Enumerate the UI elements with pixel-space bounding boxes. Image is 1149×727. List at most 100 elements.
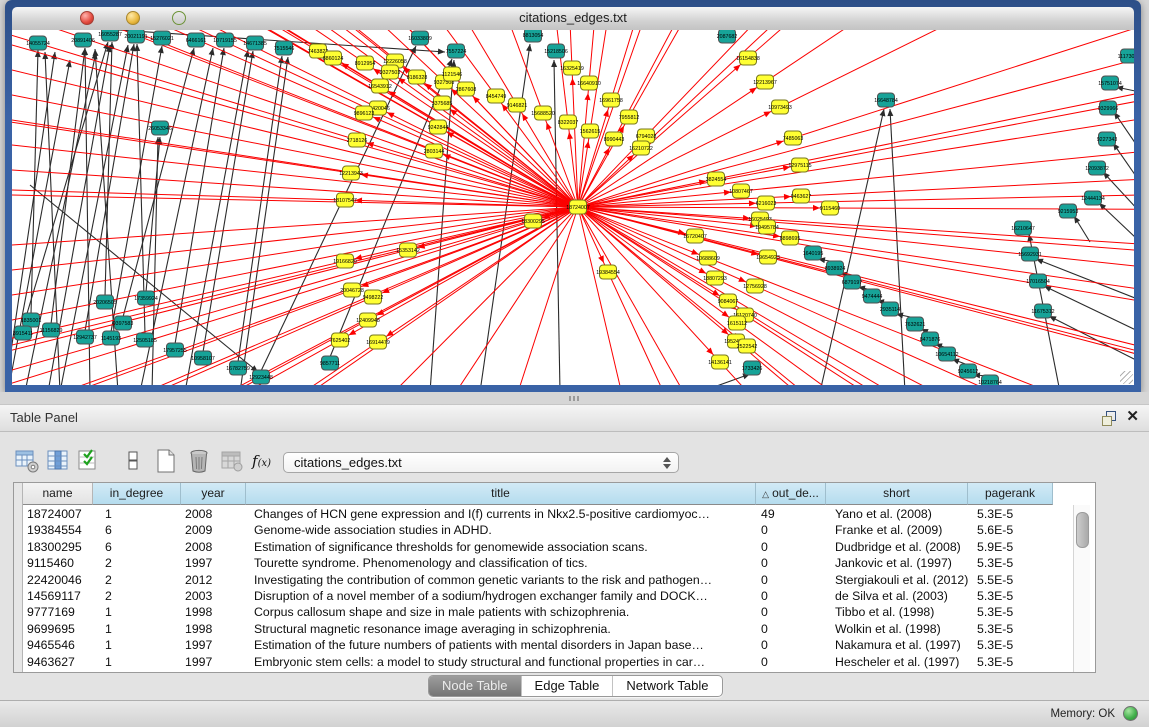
table-cell[interactable]: 5.6E-5 — [968, 522, 1053, 538]
table-cell[interactable]: 1998 — [181, 604, 246, 620]
table-cell[interactable]: Corpus callosum shape and size in male p… — [246, 604, 756, 620]
table-cell[interactable]: 2009 — [181, 522, 246, 538]
table-cell[interactable]: 1997 — [181, 654, 246, 670]
table-cell[interactable]: 2003 — [181, 588, 246, 604]
table-cell[interactable]: Wolkin et al. (1998) — [826, 621, 968, 637]
create-column-icon[interactable] — [153, 448, 179, 474]
table-scrollbar[interactable] — [1073, 505, 1090, 672]
table-cell[interactable]: 1997 — [181, 555, 246, 571]
table-cell[interactable]: 1998 — [181, 621, 246, 637]
table-cell[interactable]: 0 — [756, 637, 826, 653]
network-window-titlebar[interactable]: citations_edges.txt — [12, 7, 1134, 31]
table-row[interactable]: 1938455462009Genome-wide association stu… — [23, 522, 1053, 538]
header-cell[interactable]: year — [181, 483, 246, 505]
table-cell[interactable]: Hescheler et al. (1997) — [826, 654, 968, 670]
table-cell[interactable]: 1 — [93, 506, 181, 522]
table-row[interactable]: 946554611997Estimation of the future num… — [23, 637, 1053, 653]
table-cell[interactable]: 1 — [93, 621, 181, 637]
header-cell[interactable]: title — [246, 483, 756, 505]
table-cell[interactable]: 1 — [93, 637, 181, 653]
table-cell[interactable]: 5.3E-5 — [968, 604, 1053, 620]
table-cell[interactable]: 5.3E-5 — [968, 588, 1053, 604]
delete-column-icon[interactable] — [186, 448, 212, 474]
network-canvas[interactable]: 1872400774638228860124891295412226058932… — [12, 30, 1134, 385]
table-cell[interactable]: 1 — [93, 654, 181, 670]
table-cell[interactable]: 6 — [93, 522, 181, 538]
table-cell[interactable]: 9115460 — [23, 555, 93, 571]
table-cell[interactable]: 0 — [756, 555, 826, 571]
table-cell[interactable]: 0 — [756, 572, 826, 588]
table-cell[interactable]: 9463627 — [23, 654, 93, 670]
table-cell[interactable]: 0 — [756, 604, 826, 620]
table-cell[interactable]: 9699695 — [23, 621, 93, 637]
network-graph[interactable]: 1872400774638228860124891295412226058932… — [12, 30, 1134, 385]
table-row[interactable]: 2242004622012Investigating the contribut… — [23, 572, 1053, 588]
table-row[interactable]: 977716911998Corpus callosum shape and si… — [23, 604, 1053, 620]
table-cell[interactable]: 49 — [756, 506, 826, 522]
table-cell[interactable]: 5.3E-5 — [968, 621, 1053, 637]
header-cell[interactable]: △out_de... — [756, 483, 826, 505]
table-cell[interactable]: Changes of HCN gene expression and I(f) … — [246, 506, 756, 522]
table-cell[interactable]: 9777169 — [23, 604, 93, 620]
panel-divider[interactable] — [0, 392, 1149, 404]
table-cell[interactable]: 14569117 — [23, 588, 93, 604]
table-row[interactable]: 1872400712008Changes of HCN gene express… — [23, 506, 1053, 522]
table-cell[interactable]: 6 — [93, 539, 181, 555]
table-row[interactable]: 911546021997Tourette syndrome. Phenomeno… — [23, 555, 1053, 571]
tab-network-table[interactable]: Network Table — [612, 676, 721, 696]
table-cell[interactable]: 2 — [93, 555, 181, 571]
table-cell[interactable]: 2008 — [181, 506, 246, 522]
table-cell[interactable]: 2012 — [181, 572, 246, 588]
table-cell[interactable]: Jankovic et al. (1997) — [826, 555, 968, 571]
table-cell[interactable]: 18724007 — [23, 506, 93, 522]
canvas-resize-grip[interactable] — [1120, 371, 1133, 384]
table-cell[interactable]: 5.5E-5 — [968, 572, 1053, 588]
header-cell[interactable]: in_degree — [93, 483, 181, 505]
table-cell[interactable]: 5.3E-5 — [968, 555, 1053, 571]
table-cell[interactable]: Tourette syndrome. Phenomenology and cla… — [246, 555, 756, 571]
table-cell[interactable]: 2 — [93, 588, 181, 604]
header-cell[interactable]: pagerank — [968, 483, 1053, 505]
function-builder-icon[interactable]: f(x) — [252, 452, 271, 470]
table-cell[interactable]: Franke et al. (2009) — [826, 522, 968, 538]
divider-grip-icon[interactable] — [569, 396, 581, 401]
table-cell[interactable]: Estimation of significance thresholds fo… — [246, 539, 756, 555]
network-window[interactable]: citations_edges.txt 18724007746382288601… — [5, 0, 1141, 392]
table-cell[interactable]: 19384554 — [23, 522, 93, 538]
table-cell[interactable]: Tibbo et al. (1998) — [826, 604, 968, 620]
table-cell[interactable]: 5.9E-5 — [968, 539, 1053, 555]
tab-node-table[interactable]: Node Table — [429, 676, 521, 696]
table-cell[interactable]: Stergiakouli et al. (2012) — [826, 572, 968, 588]
table-cell[interactable]: 0 — [756, 621, 826, 637]
table-scrollbar-thumb[interactable] — [1076, 512, 1089, 548]
table-cell[interactable]: 0 — [756, 522, 826, 538]
table-cell[interactable]: Nakamura et al. (1997) — [826, 637, 968, 653]
tab-edge-table[interactable]: Edge Table — [521, 676, 613, 696]
close-panel-icon[interactable]: ✕ — [1126, 408, 1139, 426]
clear-selection-icon[interactable] — [120, 448, 146, 474]
table-cell[interactable]: 0 — [756, 588, 826, 604]
table-cell[interactable]: 1997 — [181, 637, 246, 653]
table-cell[interactable]: 5.3E-5 — [968, 506, 1053, 522]
delete-table-icon[interactable] — [219, 448, 245, 474]
table-cell[interactable]: Yano et al. (2008) — [826, 506, 968, 522]
table-select[interactable]: citations_edges.txt — [283, 452, 679, 473]
table-cell[interactable]: Estimation of the future numbers of pati… — [246, 637, 756, 653]
table-row[interactable]: 1456911722003Disruption of a novel membe… — [23, 588, 1053, 604]
table-row[interactable]: 969969511998Structural magnetic resonanc… — [23, 621, 1053, 637]
select-all-icon[interactable] — [76, 448, 102, 474]
table-cell[interactable]: 0 — [756, 539, 826, 555]
table-cell[interactable]: de Silva et al. (2003) — [826, 588, 968, 604]
table-cell[interactable]: Investigating the contribution of common… — [246, 572, 756, 588]
memory-indicator[interactable] — [1123, 706, 1138, 721]
table-cell[interactable]: 2 — [93, 572, 181, 588]
table-cell[interactable]: 5.3E-5 — [968, 637, 1053, 653]
table-cell[interactable]: Structural magnetic resonance image aver… — [246, 621, 756, 637]
table-row[interactable]: 946362711997Embryonic stem cells: a mode… — [23, 654, 1053, 670]
table-cell[interactable]: 5.3E-5 — [968, 654, 1053, 670]
table-row[interactable]: 1830029562008Estimation of significance … — [23, 539, 1053, 555]
show-columns-icon[interactable] — [45, 448, 71, 474]
table-cell[interactable]: Disruption of a novel member of a sodium… — [246, 588, 756, 604]
table-cell[interactable]: 1 — [93, 604, 181, 620]
float-panel-icon[interactable] — [1102, 411, 1117, 425]
